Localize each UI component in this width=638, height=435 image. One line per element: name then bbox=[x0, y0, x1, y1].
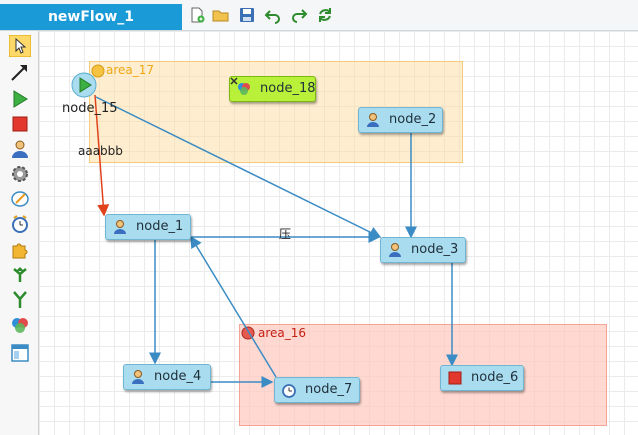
top-toolbar: newFlow_1 bbox=[0, 0, 638, 31]
node-15-label: node_15 bbox=[62, 101, 118, 116]
subflow-icon[interactable] bbox=[9, 314, 31, 336]
node-7-label: node_7 bbox=[305, 382, 353, 397]
tool-palette bbox=[0, 31, 39, 435]
timer-icon[interactable] bbox=[9, 213, 31, 235]
area-icon[interactable] bbox=[9, 342, 31, 364]
redo-icon[interactable] bbox=[290, 6, 308, 24]
node-18[interactable]: node_18 bbox=[229, 76, 316, 102]
user-task-icon bbox=[114, 220, 126, 234]
flow-canvas[interactable]: area_17 area_16 aaabbb 压 node_15 node_18… bbox=[39, 31, 638, 435]
node-2[interactable]: node_2 bbox=[358, 107, 443, 133]
node-6[interactable]: node_6 bbox=[440, 365, 524, 391]
tab-newflow[interactable]: newFlow_1 bbox=[0, 4, 182, 30]
edge-label-press: 压 bbox=[279, 227, 292, 241]
start-node-icon[interactable] bbox=[9, 88, 31, 110]
node-1[interactable]: node_1 bbox=[105, 214, 191, 240]
open-folder-icon[interactable] bbox=[212, 6, 230, 24]
node-7[interactable]: node_7 bbox=[274, 377, 360, 403]
end-node-icon[interactable] bbox=[9, 113, 31, 135]
settings-icon[interactable] bbox=[9, 163, 31, 185]
select-cursor-icon[interactable] bbox=[9, 35, 31, 57]
node-4[interactable]: node_4 bbox=[123, 364, 211, 390]
user-task-icon[interactable] bbox=[9, 138, 31, 160]
user-task-icon bbox=[367, 113, 379, 127]
join-icon[interactable] bbox=[9, 289, 31, 311]
connection-arrow-icon[interactable] bbox=[9, 61, 31, 83]
node-3-label: node_3 bbox=[411, 242, 459, 257]
node-18-label: node_18 bbox=[260, 81, 316, 96]
edge-node7-node1[interactable] bbox=[190, 235, 277, 378]
node-4-label: node_4 bbox=[154, 369, 202, 384]
edit-icon[interactable] bbox=[9, 188, 31, 210]
start-node-icon[interactable] bbox=[71, 72, 97, 98]
node-3[interactable]: node_3 bbox=[380, 237, 466, 263]
user-task-icon bbox=[389, 243, 401, 257]
save-icon[interactable] bbox=[238, 6, 256, 24]
plugin-icon[interactable] bbox=[9, 238, 31, 260]
node-1-label: node_1 bbox=[136, 219, 184, 234]
end-node-icon bbox=[448, 371, 462, 385]
fork-icon[interactable] bbox=[9, 264, 31, 286]
refresh-icon[interactable] bbox=[316, 6, 334, 24]
edge-label-aaabbb: aaabbb bbox=[78, 144, 123, 158]
node-2-label: node_2 bbox=[389, 112, 437, 127]
user-task-icon bbox=[132, 370, 144, 384]
timer-icon bbox=[282, 384, 296, 398]
subflow-icon bbox=[238, 83, 250, 95]
new-file-icon[interactable] bbox=[188, 6, 206, 24]
close-icon[interactable] bbox=[230, 77, 238, 85]
node-6-label: node_6 bbox=[471, 370, 519, 385]
undo-icon[interactable] bbox=[264, 6, 282, 24]
